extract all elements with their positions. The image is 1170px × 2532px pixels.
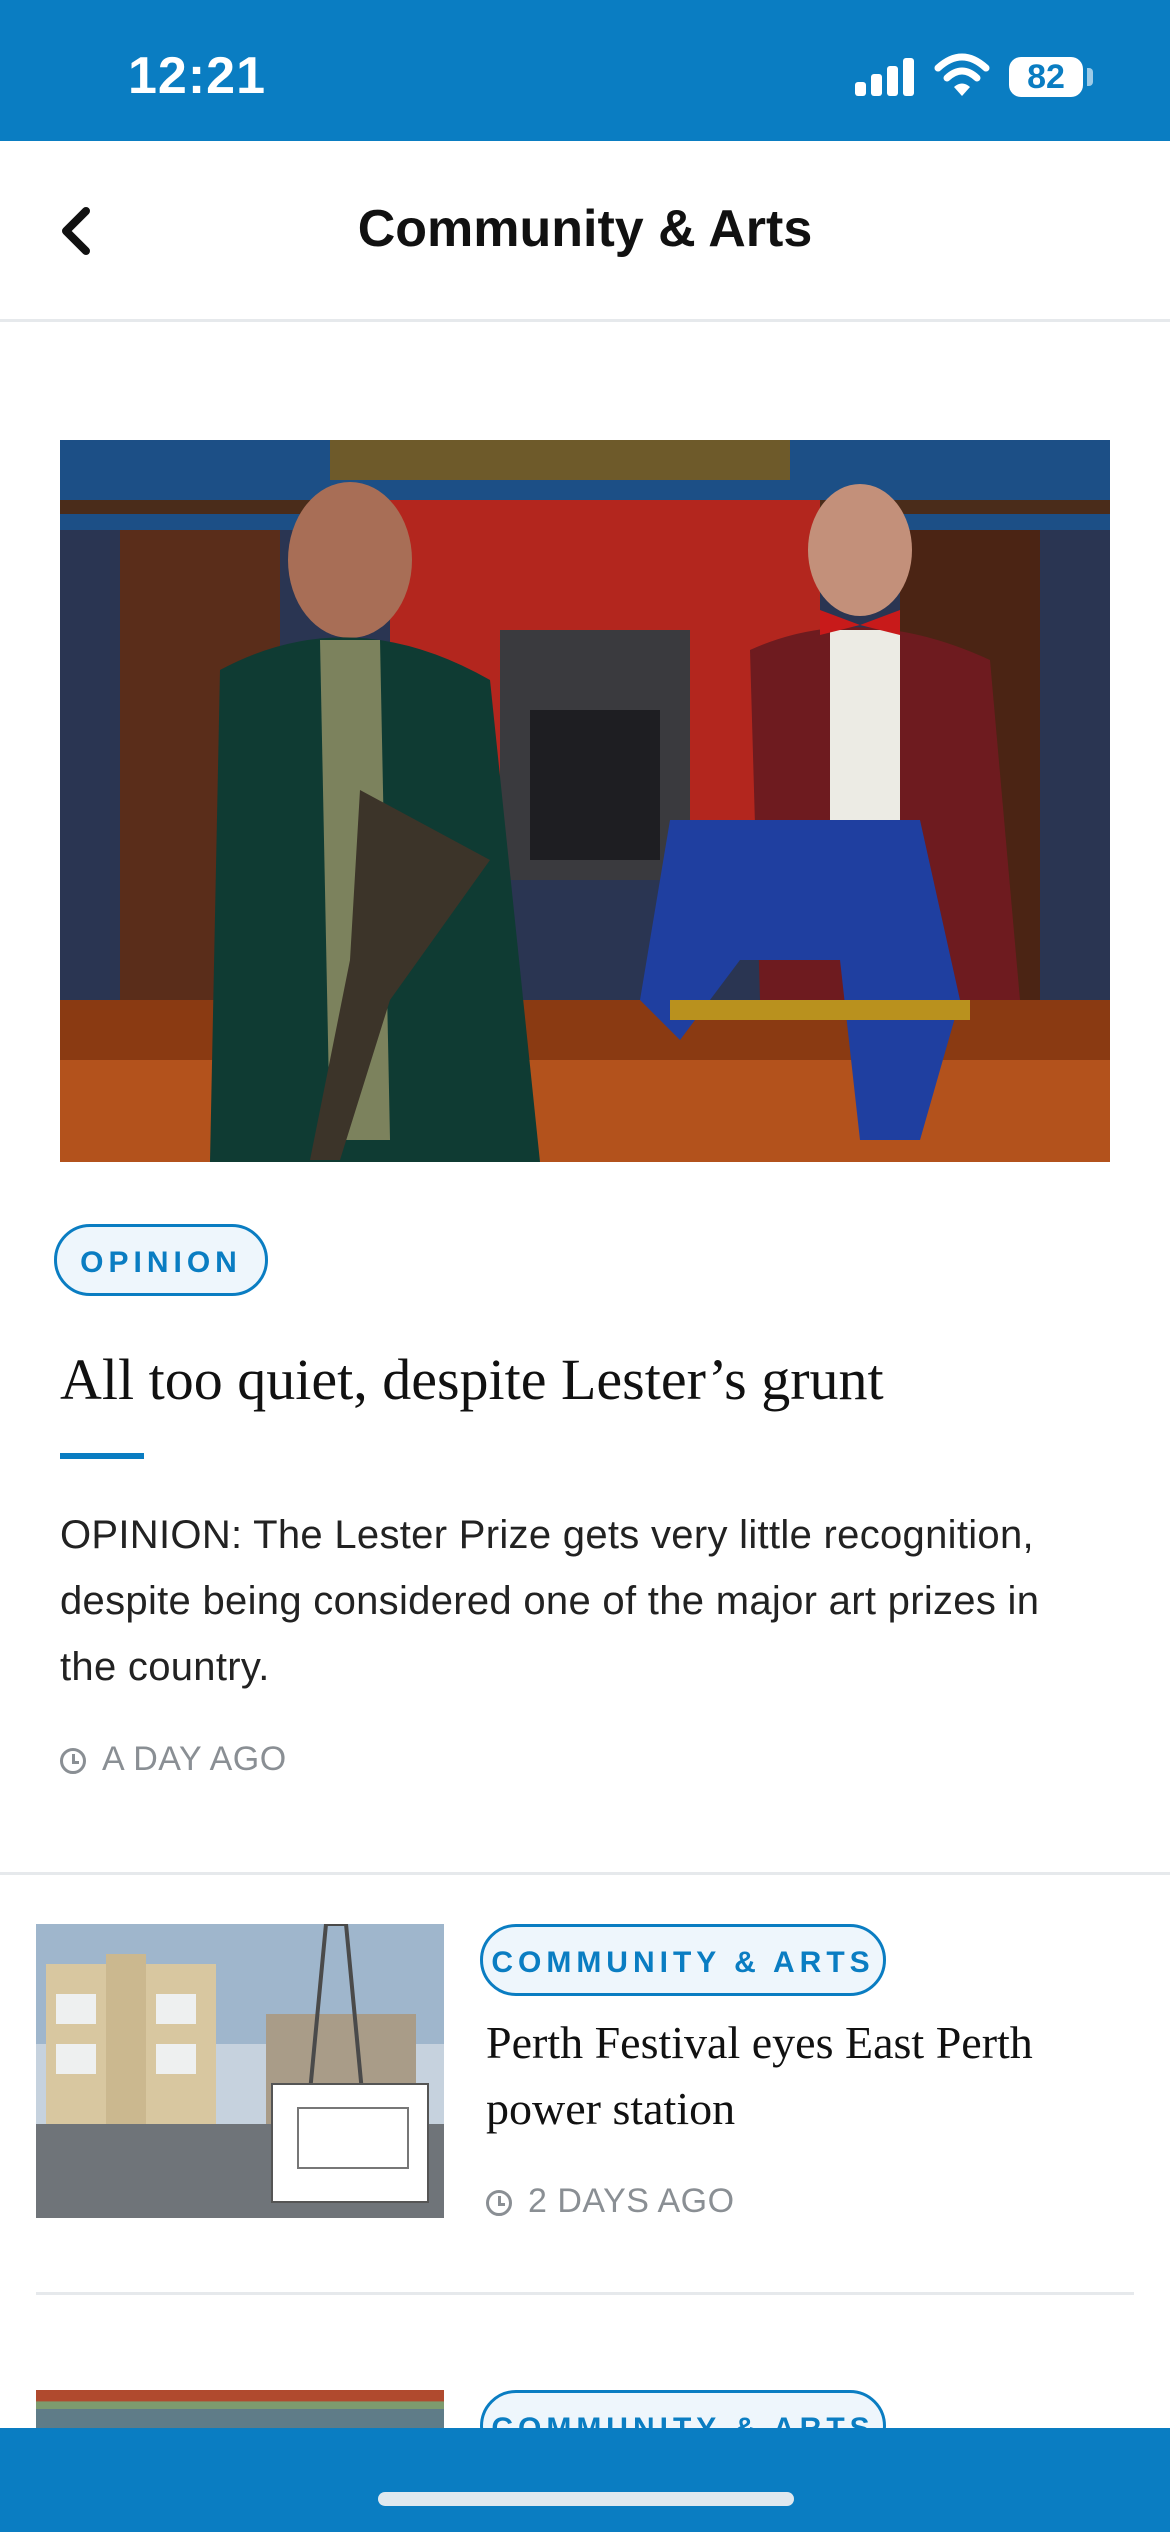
clock-icon <box>486 2190 512 2216</box>
bottom-bar <box>0 2428 1170 2532</box>
home-indicator[interactable] <box>378 2492 794 2506</box>
featured-headline[interactable]: All too quiet, despite Lester’s grunt <box>60 1340 1110 1420</box>
status-bar: 12:21 82 <box>0 0 1170 141</box>
article-headline[interactable]: Perth Festival eyes East Perth power sta… <box>486 2010 1126 2142</box>
article-category-tag[interactable]: COMMUNITY & ARTS <box>480 1924 886 1996</box>
clock-icon <box>60 1748 86 1774</box>
article-thumbnail[interactable] <box>36 2390 444 2428</box>
wifi-icon <box>934 53 990 96</box>
page-title: Community & Arts <box>357 200 813 258</box>
section-divider <box>0 1872 1170 1875</box>
list-divider <box>36 2292 1134 2295</box>
battery-icon: 82 <box>1009 57 1083 97</box>
featured-excerpt: OPINION: The Lester Prize gets very litt… <box>60 1513 1040 1689</box>
article-thumbnail[interactable] <box>36 1924 444 2218</box>
headline-accent-divider <box>60 1453 144 1459</box>
timestamp-text: 2 DAYS AGO <box>528 2182 735 2220</box>
battery-cap <box>1087 68 1093 86</box>
article-category-tag[interactable]: OPINION <box>54 1224 268 1296</box>
status-time: 12:21 <box>128 47 266 105</box>
timestamp-text: A DAY AGO <box>102 1740 287 1778</box>
featured-timestamp: A DAY AGO <box>60 1740 287 1779</box>
featured-article-image[interactable] <box>60 440 1110 1162</box>
cellular-signal-icon <box>855 56 915 96</box>
article-timestamp: 2 DAYS AGO <box>486 2182 735 2221</box>
nav-bar: Community & Arts <box>0 141 1170 322</box>
